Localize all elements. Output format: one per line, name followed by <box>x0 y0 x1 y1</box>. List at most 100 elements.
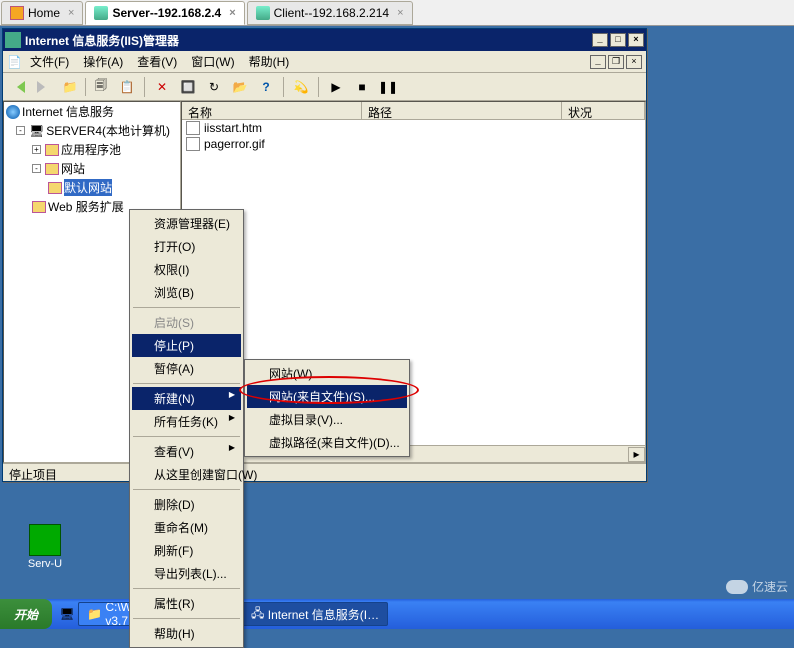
folder-icon: 📁 <box>87 607 102 621</box>
ctx-view[interactable]: 查看(V) <box>132 440 241 463</box>
tab-home[interactable]: Home × <box>1 1 83 25</box>
taskbar-item-iis[interactable]: 🖧 Internet 信息服务(I… <box>242 602 388 626</box>
titlebar[interactable]: Internet 信息服务(IIS)管理器 _ □ × <box>3 29 646 51</box>
ctx-refresh[interactable]: 刷新(F) <box>132 539 241 562</box>
scroll-right-button[interactable]: ▸ <box>628 447 645 462</box>
separator <box>133 383 240 384</box>
minimize-button[interactable]: _ <box>592 33 608 47</box>
quicklaunch-icon[interactable]: 🖥 <box>58 602 76 626</box>
help-button[interactable]: ? <box>255 76 277 98</box>
play-button[interactable]: ▶ <box>325 76 347 98</box>
ctx-new-window[interactable]: 从这里创建窗口(W) <box>132 463 241 486</box>
ctx-new-virtual-path-file[interactable]: 虚拟路径(来自文件)(D)... <box>247 431 407 454</box>
close-icon[interactable]: × <box>229 7 235 19</box>
menu-help[interactable]: 帮助(H) <box>243 51 296 72</box>
tab-server[interactable]: Server--192.168.2.4 × <box>85 1 244 25</box>
ctx-new-website-file[interactable]: 网站(来自文件)(S)... <box>247 385 407 408</box>
refresh-button[interactable]: ↻ <box>203 76 225 98</box>
separator <box>133 489 240 490</box>
help-icon: ? <box>262 80 269 94</box>
mdi-minimize-button[interactable]: _ <box>590 55 606 69</box>
ctx-start: 启动(S) <box>132 311 241 334</box>
pause-button[interactable]: ❚❚ <box>377 76 399 98</box>
desktop-icon-servu[interactable]: Serv-U <box>20 524 70 570</box>
statusbar: 停止项目 <box>3 463 646 481</box>
list-button[interactable]: 📋 <box>116 76 138 98</box>
tree-websites[interactable]: - 网站 <box>4 159 180 178</box>
globe-icon <box>6 105 20 119</box>
ctx-explorer[interactable]: 资源管理器(E) <box>132 212 241 235</box>
tree-server[interactable]: -🖥 SERVER4(本地计算机) <box>4 121 180 140</box>
status-text: 停止项目 <box>9 468 57 482</box>
close-icon[interactable]: × <box>68 7 74 19</box>
icon-label: Serv-U <box>20 558 70 570</box>
server-icon <box>94 6 108 20</box>
tree-app-pools[interactable]: + 应用程序池 <box>4 140 180 159</box>
maximize-button[interactable]: □ <box>610 33 626 47</box>
expand-icon[interactable]: + <box>32 145 41 154</box>
ctx-help[interactable]: 帮助(H) <box>132 622 241 645</box>
separator <box>133 618 240 619</box>
menubar: 📄 文件(F) 操作(A) 查看(V) 窗口(W) 帮助(H) _ ❐ × <box>3 51 646 73</box>
tab-label: Home <box>28 6 60 20</box>
column-status[interactable]: 状况 <box>562 102 645 119</box>
ctx-properties[interactable]: 属性(R) <box>132 592 241 615</box>
ctx-export-list[interactable]: 导出列表(L)... <box>132 562 241 585</box>
ctx-delete[interactable]: 删除(D) <box>132 493 241 516</box>
close-icon[interactable]: × <box>397 7 403 19</box>
list-row[interactable]: iisstart.htm <box>182 120 645 136</box>
cloud-icon <box>726 580 748 594</box>
file-icon <box>186 121 200 135</box>
list-header: 名称 路径 状况 <box>182 102 645 120</box>
ctx-browse[interactable]: 浏览(B) <box>132 281 241 304</box>
taskbar: 开始 🖥 📁 C:\WinWebMail v3.7.1.1 🖧 Internet… <box>0 599 794 629</box>
collapse-icon[interactable]: - <box>16 126 25 135</box>
menu-action[interactable]: 操作(A) <box>77 51 129 72</box>
ctx-rename[interactable]: 重命名(M) <box>132 516 241 539</box>
arrow-back-icon <box>11 81 25 93</box>
mmc-icon: 📄 <box>7 55 22 69</box>
start-button[interactable]: 开始 <box>0 599 52 629</box>
tree-default-site[interactable]: 默认网站 <box>4 178 180 197</box>
folder-icon <box>45 144 59 156</box>
arrow-forward-icon <box>37 81 51 93</box>
ctx-stop[interactable]: 停止(P) <box>132 334 241 357</box>
menu-view[interactable]: 查看(V) <box>131 51 183 72</box>
stop-button[interactable]: ■ <box>351 76 373 98</box>
tab-client[interactable]: Client--192.168.2.214 × <box>247 1 413 25</box>
start-label: 开始 <box>14 606 38 623</box>
file-icon <box>186 137 200 151</box>
menu-window[interactable]: 窗口(W) <box>185 51 240 72</box>
server-icon: 🖥 <box>29 124 44 138</box>
separator <box>133 307 240 308</box>
stop2-button[interactable]: 🔲 <box>177 76 199 98</box>
watermark: 亿速云 <box>726 578 788 595</box>
ctx-new-website[interactable]: 网站(W)... <box>247 362 407 385</box>
ctx-new-virtual-dir[interactable]: 虚拟目录(V)... <box>247 408 407 431</box>
forward-button[interactable] <box>33 76 55 98</box>
mdi-close-button[interactable]: × <box>626 55 642 69</box>
collapse-icon[interactable]: - <box>32 164 41 173</box>
ctx-pause[interactable]: 暂停(A) <box>132 357 241 380</box>
folder-icon <box>48 182 62 194</box>
mdi-restore-button[interactable]: ❐ <box>608 55 624 69</box>
up-button[interactable]: 📁 <box>59 76 81 98</box>
home-icon <box>10 6 24 20</box>
properties-button[interactable]: 🗐 <box>90 76 112 98</box>
task-label: Internet 信息服务(I… <box>268 606 379 623</box>
explorer-button[interactable]: 📂 <box>229 76 251 98</box>
back-button[interactable] <box>7 76 29 98</box>
separator <box>133 588 240 589</box>
delete-button[interactable]: ✕ <box>151 76 173 98</box>
column-path[interactable]: 路径 <box>362 102 562 119</box>
ctx-permissions[interactable]: 权限(I) <box>132 258 241 281</box>
menu-file[interactable]: 文件(F) <box>24 51 75 72</box>
tree-root[interactable]: Internet 信息服务 <box>4 102 180 121</box>
ctx-new[interactable]: 新建(N) <box>132 387 241 410</box>
close-button[interactable]: × <box>628 33 644 47</box>
column-name[interactable]: 名称 <box>182 102 362 119</box>
ctx-all-tasks[interactable]: 所有任务(K) <box>132 410 241 433</box>
action1-button[interactable]: 💫 <box>290 76 312 98</box>
list-row[interactable]: pagerror.gif <box>182 136 645 152</box>
ctx-open[interactable]: 打开(O) <box>132 235 241 258</box>
